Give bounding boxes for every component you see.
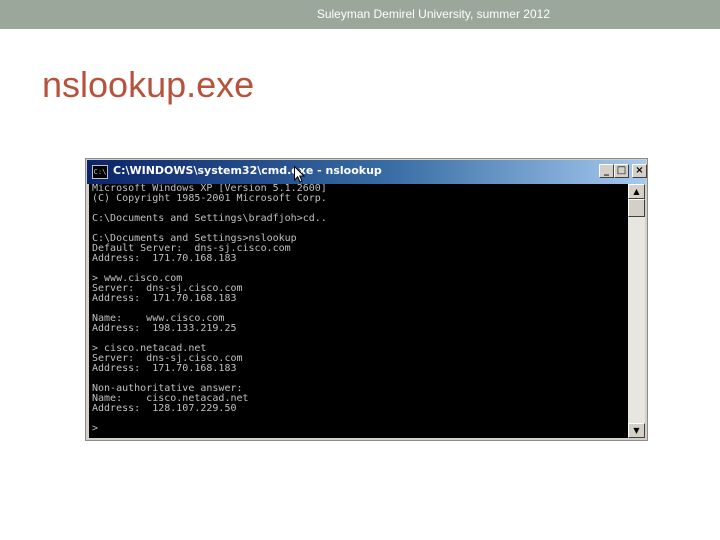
vertical-scrollbar[interactable]: ▲ ▼ bbox=[628, 184, 645, 438]
cmd-window-screenshot: C:\ C:\WINDOWS\system32\cmd.exe - nslook… bbox=[85, 158, 648, 441]
cmd-icon: C:\ bbox=[92, 165, 108, 179]
scroll-thumb[interactable] bbox=[628, 199, 645, 217]
window-titlebar[interactable]: C:\ C:\WINDOWS\system32\cmd.exe - nslook… bbox=[87, 160, 647, 184]
console-line: > bbox=[92, 423, 99, 434]
close-button[interactable]: × bbox=[632, 164, 647, 178]
console-line: Address: 171.70.168.183 bbox=[92, 293, 237, 304]
console-line: Address: 171.70.168.183 bbox=[92, 253, 237, 264]
console-line: Address: 198.133.219.25 bbox=[92, 323, 237, 334]
minimize-button[interactable]: _ bbox=[599, 164, 614, 178]
maximize-button[interactable]: □ bbox=[614, 164, 629, 178]
header-text: Suleyman Demirel University, summer 2012 bbox=[316, 7, 550, 21]
mouse-cursor-icon bbox=[294, 166, 305, 183]
console-line: C:\Documents and Settings\bradfjoh>cd.. bbox=[92, 213, 327, 224]
slide-title: nslookup.exe bbox=[42, 64, 255, 105]
console-line: Address: 128.107.229.50 bbox=[92, 403, 237, 414]
console-output[interactable]: Microsoft Windows XP [Version 5.1.2600](… bbox=[89, 184, 628, 438]
header-bar: Suleyman Demirel University, summer 2012 bbox=[0, 0, 720, 29]
console-line: Address: 171.70.168.183 bbox=[92, 363, 237, 374]
scroll-down-button[interactable]: ▼ bbox=[628, 423, 645, 438]
window-title: C:\WINDOWS\system32\cmd.exe - nslookup bbox=[113, 164, 382, 177]
scroll-up-button[interactable]: ▲ bbox=[628, 184, 645, 199]
console-line: (C) Copyright 1985-2001 Microsoft Corp. bbox=[92, 193, 327, 204]
